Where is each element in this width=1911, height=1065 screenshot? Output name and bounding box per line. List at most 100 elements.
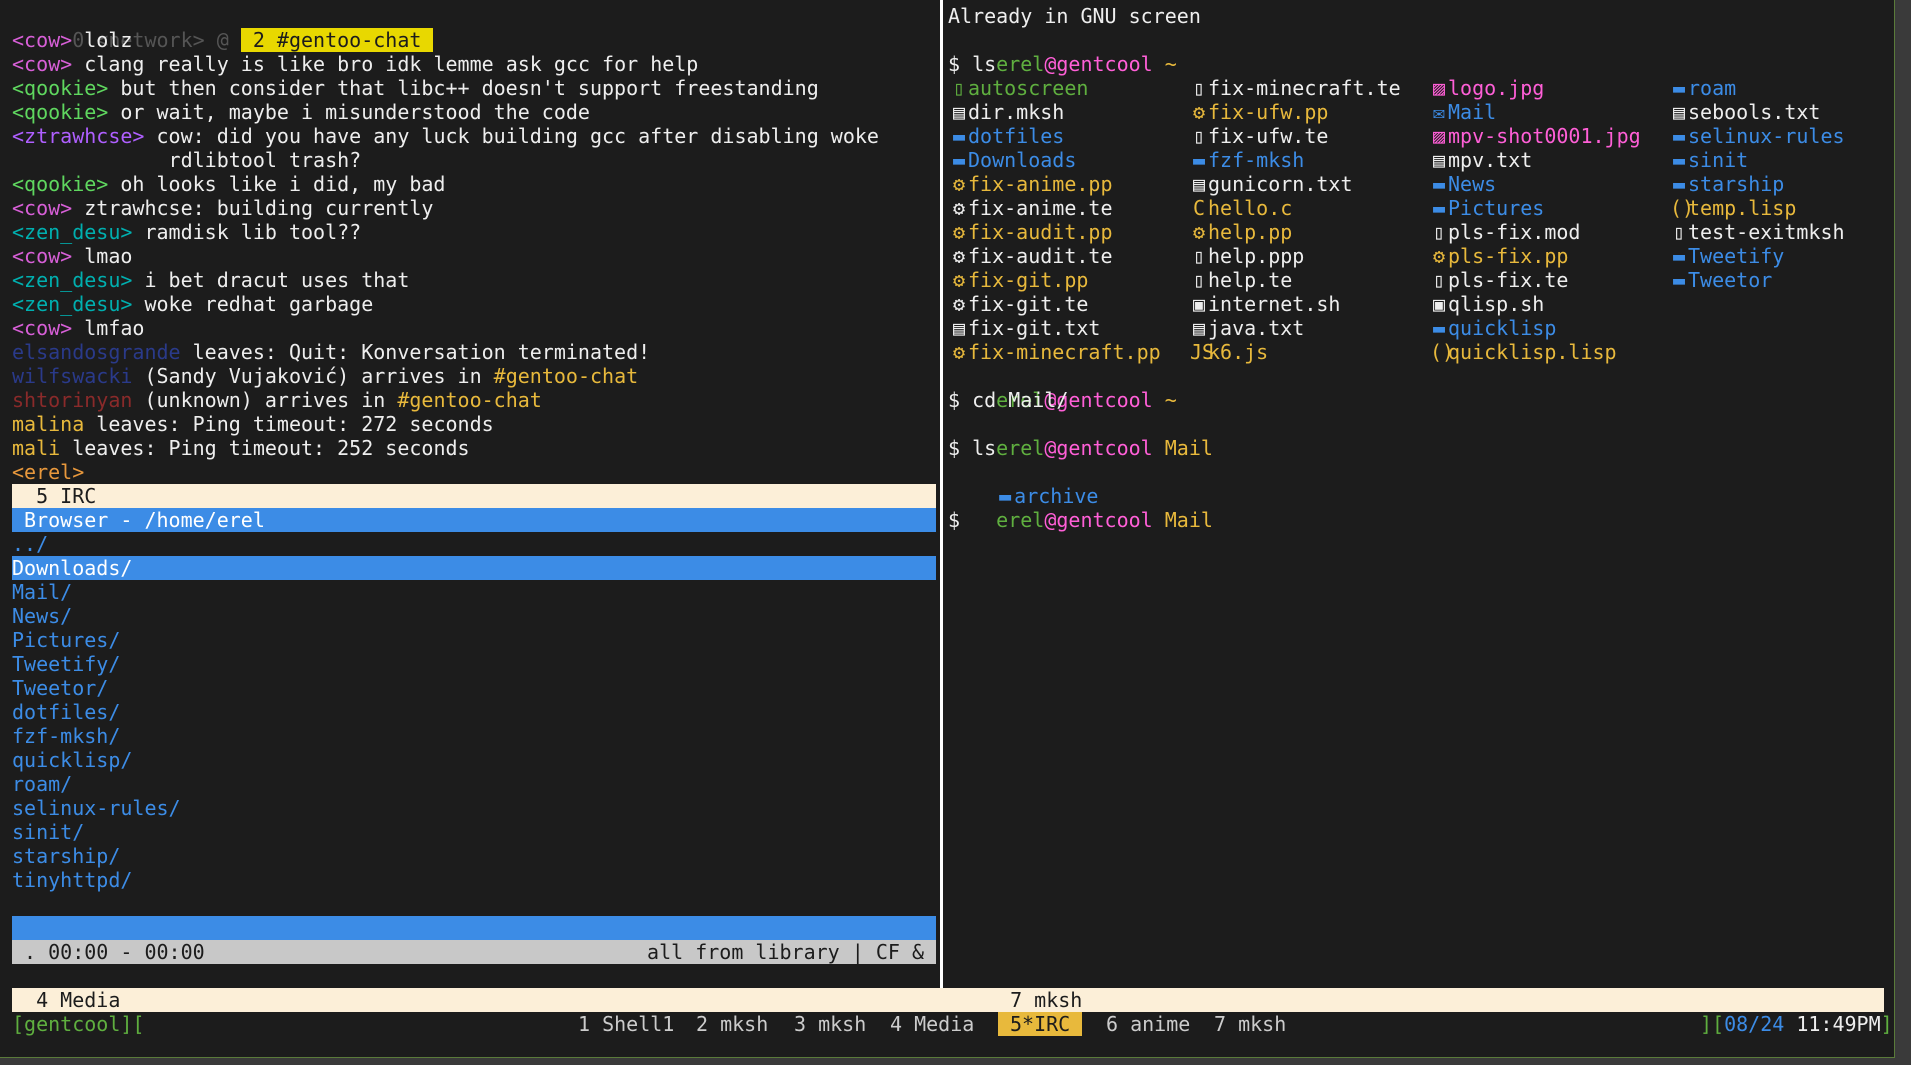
- player-progress-bar[interactable]: [12, 916, 936, 940]
- ls-entry[interactable]: ▨ mpv-shot0001.jpg: [1430, 124, 1641, 148]
- ls-entry[interactable]: ▬ Downloads: [950, 148, 1076, 172]
- ls-entry[interactable]: ▬ Pictures: [1430, 196, 1544, 220]
- ls-entry[interactable]: ▣ internet.sh: [1190, 292, 1340, 316]
- browser-item[interactable]: selinux-rules/: [12, 796, 181, 820]
- ls-entry[interactable]: ▬ roam: [1670, 76, 1736, 100]
- prompt-host: @gentcool: [1044, 508, 1153, 532]
- browser-item[interactable]: Tweetor/: [12, 676, 108, 700]
- ls-entry[interactable]: Chello.c: [1190, 196, 1292, 220]
- ls-entry[interactable]: ▯ help.ppp: [1190, 244, 1304, 268]
- ls-entry-name: fix-anime.pp: [968, 172, 1113, 196]
- irc-header: 0 <network> @ 2 #gentoo-chat: [12, 4, 434, 52]
- ls-entry[interactable]: ▬ sinit: [1670, 148, 1748, 172]
- irc-status-bar: 5 IRC: [12, 484, 936, 508]
- browser-selection: [12, 556, 936, 580]
- ls-entry[interactable]: ⚙ fix-audit.te: [950, 244, 1113, 268]
- message-line: <qookie> or wait, maybe i misunderstood …: [12, 100, 590, 124]
- message-text: or wait, maybe i misunderstood the code: [108, 100, 590, 124]
- ls-entry[interactable]: ▨ logo.jpg: [1430, 76, 1544, 100]
- ls-entry[interactable]: JSk6.js: [1190, 340, 1268, 364]
- input-prompt[interactable]: <erel>: [12, 460, 84, 484]
- file-icon: ⚙: [952, 340, 966, 364]
- file-icon: ⚙: [952, 196, 966, 220]
- ls-entry[interactable]: ⚙ help.pp: [1190, 220, 1292, 244]
- ls-entry[interactable]: ✉ Mail: [1430, 100, 1496, 124]
- browser-item[interactable]: tinyhttpd/: [12, 868, 132, 892]
- ls-entry[interactable]: ⚙ fix-minecraft.pp: [950, 340, 1161, 364]
- ls-entry[interactable]: ▬ starship: [1670, 172, 1784, 196]
- ls-entry[interactable]: ▯ test-exitmksh: [1670, 220, 1845, 244]
- ls-entry[interactable]: ⚙ fix-audit.pp: [950, 220, 1113, 244]
- file-icon: ⚙: [952, 292, 966, 316]
- ls-entry[interactable]: ▯ pls-fix.mod: [1430, 220, 1580, 244]
- message-nick: <cow>: [12, 28, 73, 52]
- ls-entry[interactable]: ▤ dir.mksh: [950, 100, 1064, 124]
- shell-input[interactable]: $: [948, 508, 960, 532]
- ls-entry[interactable]: ▬ Tweetor: [1670, 268, 1772, 292]
- browser-item[interactable]: roam/: [12, 772, 72, 796]
- ls-entry-name: News: [1448, 172, 1497, 196]
- ls-entry[interactable]: ▬ selinux-rules: [1670, 124, 1845, 148]
- pane-divider[interactable]: [940, 0, 943, 1000]
- ls-entry[interactable]: ▤ sebools.txt: [1670, 100, 1820, 124]
- ls-entry[interactable]: ▯ autoscreen: [950, 76, 1088, 100]
- ls-entry[interactable]: ()quicklisp.lisp: [1430, 340, 1617, 364]
- file-icon: JS: [1190, 340, 1215, 364]
- ls-entry[interactable]: ▬ News: [1430, 172, 1496, 196]
- window-tab[interactable]: 7 mksh: [1214, 1012, 1286, 1036]
- ls-entry[interactable]: ▬ Tweetify: [1670, 244, 1784, 268]
- window-tab[interactable]: 4 Media: [890, 1012, 974, 1036]
- ls-entry[interactable]: ⚙ fix-git.te: [950, 292, 1088, 316]
- ls-entry-name: Tweetor: [1688, 268, 1773, 292]
- window-tab[interactable]: 2 mksh: [696, 1012, 768, 1036]
- ls-entry[interactable]: ⚙ fix-ufw.pp: [1190, 100, 1328, 124]
- prompt-host: @gentcool: [1044, 436, 1153, 460]
- ls-entry[interactable]: ▤ fix-git.txt: [950, 316, 1100, 340]
- browser-item[interactable]: News/: [12, 604, 72, 628]
- file-icon: ▣: [1192, 292, 1206, 316]
- browser-item[interactable]: dotfiles/: [12, 700, 120, 724]
- ls-entry[interactable]: ⚙ fix-anime.te: [950, 196, 1113, 220]
- message-text: lolz: [72, 28, 133, 52]
- window-tab[interactable]: 3 mksh: [794, 1012, 866, 1036]
- ls-entry[interactable]: ▬ quicklisp: [1430, 316, 1556, 340]
- ls-entry[interactable]: ▯ fix-minecraft.te: [1190, 76, 1401, 100]
- window-tab[interactable]: 6 anime: [1106, 1012, 1190, 1036]
- browser-item[interactable]: Mail/: [12, 580, 72, 604]
- ls-entry[interactable]: ▯ pls-fix.te: [1430, 268, 1568, 292]
- channel-tab[interactable]: 2 #gentoo-chat: [240, 28, 434, 52]
- event-text: leaves: Ping timeout: 252 seconds: [60, 436, 470, 460]
- prompt-dir: ~: [1152, 52, 1177, 76]
- browser-item[interactable]: sinit/: [12, 820, 84, 844]
- ls-entry[interactable]: ⚙ pls-fix.pp: [1430, 244, 1568, 268]
- browser-item[interactable]: Pictures/: [12, 628, 120, 652]
- browser-item[interactable]: Downloads/: [12, 556, 132, 580]
- ls-entry[interactable]: ▤ gunicorn.txt: [1190, 172, 1353, 196]
- ls-entry-name: pls-fix.pp: [1448, 244, 1569, 268]
- ls-entry[interactable]: ▯ fix-ufw.te: [1190, 124, 1328, 148]
- archive-folder[interactable]: ▬ archive: [948, 460, 1098, 508]
- browser-item[interactable]: fzf-mksh/: [12, 724, 120, 748]
- browser-item[interactable]: quicklisp/: [12, 748, 132, 772]
- ls-entry[interactable]: ⚙ fix-git.pp: [950, 268, 1088, 292]
- browser-item[interactable]: starship/: [12, 844, 120, 868]
- window-tab[interactable]: 5*IRC: [998, 1012, 1083, 1036]
- ls-entry[interactable]: ▯ help.te: [1190, 268, 1292, 292]
- ls-entry[interactable]: ▤ mpv.txt: [1430, 148, 1532, 172]
- ls-entry[interactable]: ()temp.lisp: [1670, 196, 1796, 220]
- message-nick: <cow>: [12, 244, 73, 268]
- window-tab[interactable]: 1 Shell1: [578, 1012, 674, 1036]
- file-icon: ⚙: [1192, 100, 1206, 124]
- ls-entry[interactable]: ▬ fzf-mksh: [1190, 148, 1304, 172]
- browser-item[interactable]: ../: [12, 532, 48, 556]
- message-line: rdlibtool trash?: [12, 148, 362, 172]
- mksh-status: 7 mksh: [986, 988, 1083, 1012]
- ls-entry[interactable]: ⚙ fix-anime.pp: [950, 172, 1113, 196]
- ls-entry[interactable]: ▣ qlisp.sh: [1430, 292, 1544, 316]
- ls-entry-name: help.pp: [1208, 220, 1293, 244]
- ls-entry-name: autoscreen: [968, 76, 1089, 100]
- ls-entry[interactable]: ▤ java.txt: [1190, 316, 1304, 340]
- browser-item[interactable]: Tweetify/: [12, 652, 120, 676]
- ls-entry[interactable]: ▬ dotfiles: [950, 124, 1064, 148]
- message-nick: <qookie>: [12, 76, 109, 100]
